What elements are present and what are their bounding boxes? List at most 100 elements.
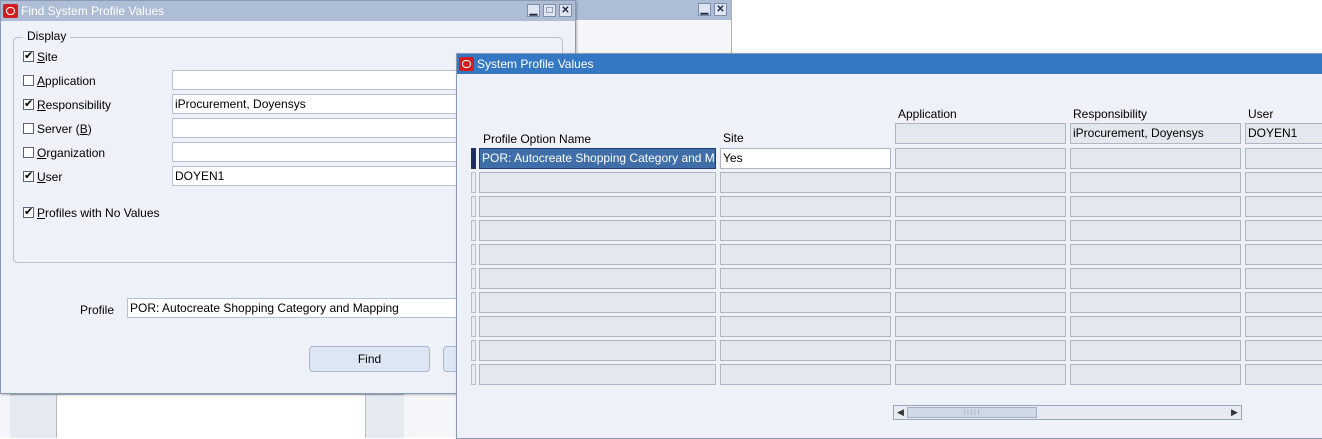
horizontal-scrollbar[interactable]: ◀ ⁝⁝⁝⁝⁝ ▶ [893, 405, 1242, 420]
cell-site[interactable] [720, 244, 891, 265]
cell-application[interactable] [895, 268, 1066, 289]
site-checkbox[interactable] [23, 49, 34, 62]
oracle-logo-icon [3, 4, 18, 18]
find-minimize-button[interactable]: ▁ [527, 4, 540, 17]
row-indicator[interactable] [471, 196, 476, 217]
cell-profile-option-name[interactable] [479, 172, 716, 193]
cell-profile-option-name[interactable] [479, 340, 716, 361]
header-profile-option-name: Profile Option Name [483, 132, 592, 146]
scrollbar-thumb[interactable]: ⁝⁝⁝⁝⁝ [907, 407, 1037, 418]
cell-site[interactable] [720, 196, 891, 217]
cell-site[interactable] [720, 340, 891, 361]
find-window-title: Find System Profile Values [21, 4, 165, 18]
cell-responsibility[interactable] [1070, 220, 1241, 241]
cell-profile-option-name[interactable] [479, 316, 716, 337]
cell-user[interactable] [1245, 268, 1322, 289]
values-window-title: System Profile Values [477, 57, 594, 71]
cell-responsibility[interactable] [1070, 196, 1241, 217]
cell-site[interactable] [720, 220, 891, 241]
cell-user[interactable] [1245, 172, 1322, 193]
background-form-panel [56, 395, 366, 438]
user-label: User [37, 170, 63, 184]
cell-responsibility[interactable] [1070, 316, 1241, 337]
cell-profile-option-name[interactable]: POR: Autocreate Shopping Category and Ma… [479, 148, 716, 169]
cell-application[interactable] [895, 220, 1066, 241]
responsibility-field[interactable]: iProcurement, Doyensys [172, 94, 462, 114]
row-indicator[interactable] [471, 244, 476, 265]
header-user: User [1248, 107, 1274, 121]
profile-label: Profile [80, 303, 115, 317]
cell-user[interactable] [1245, 196, 1322, 217]
cell-profile-option-name[interactable] [479, 220, 716, 241]
find-maximize-button[interactable]: □ [543, 4, 556, 17]
user-field[interactable]: DOYEN1 [172, 166, 462, 186]
cell-profile-option-name[interactable] [479, 292, 716, 313]
organization-field[interactable] [172, 142, 462, 162]
cell-user[interactable] [1245, 220, 1322, 241]
cell-user[interactable] [1245, 148, 1322, 169]
cell-site[interactable]: Yes [720, 148, 891, 169]
cell-application[interactable] [895, 340, 1066, 361]
cell-profile-option-name[interactable] [479, 364, 716, 385]
responsibility-label: Responsibility [37, 98, 112, 112]
responsibility-checkbox[interactable] [23, 97, 34, 110]
background-close-button[interactable]: ✕ [714, 3, 727, 16]
user-checkbox[interactable] [23, 169, 34, 182]
application-field[interactable] [172, 70, 462, 90]
background-minimize-button[interactable]: ▁ [698, 3, 711, 16]
profiles-no-values-checkbox[interactable] [23, 205, 34, 218]
organization-checkbox[interactable] [23, 147, 34, 158]
cell-profile-option-name[interactable] [479, 244, 716, 265]
server-checkbox[interactable] [23, 123, 34, 134]
cell-application[interactable] [895, 172, 1066, 193]
cell-site[interactable] [720, 316, 891, 337]
profile-field[interactable]: POR: Autocreate Shopping Category and Ma… [127, 298, 467, 318]
row-indicator[interactable] [471, 220, 476, 241]
application-checkbox[interactable] [23, 75, 34, 86]
row-indicator[interactable] [471, 268, 476, 289]
server-field[interactable] [172, 118, 462, 138]
header-responsibility: Responsibility [1073, 107, 1148, 121]
cell-application[interactable] [895, 244, 1066, 265]
cell-site[interactable] [720, 172, 891, 193]
header-application: Application [898, 107, 957, 121]
cell-application[interactable] [895, 196, 1066, 217]
cell-profile-option-name[interactable] [479, 268, 716, 289]
display-group-label: Display [23, 29, 71, 43]
cell-user[interactable] [1245, 316, 1322, 337]
cell-user[interactable] [1245, 364, 1322, 385]
header-site: Site [723, 131, 744, 145]
row-indicator[interactable] [471, 148, 476, 169]
row-indicator[interactable] [471, 340, 476, 361]
cell-application[interactable] [895, 364, 1066, 385]
site-label: Site [37, 50, 58, 64]
cell-responsibility[interactable] [1070, 268, 1241, 289]
cell-responsibility[interactable] [1070, 172, 1241, 193]
find-window-title-bar: Find System Profile Values ▁ □ ✕ [1, 1, 575, 21]
cell-responsibility[interactable] [1070, 244, 1241, 265]
cell-responsibility[interactable] [1070, 148, 1241, 169]
cell-application[interactable] [895, 292, 1066, 313]
cell-responsibility[interactable] [1070, 292, 1241, 313]
row-indicator[interactable] [471, 172, 476, 193]
cell-application[interactable] [895, 316, 1066, 337]
row-indicator[interactable] [471, 364, 476, 385]
cell-site[interactable] [720, 268, 891, 289]
row-indicator[interactable] [471, 316, 476, 337]
cell-site[interactable] [720, 364, 891, 385]
context-responsibility: iProcurement, Doyensys [1070, 123, 1241, 144]
find-close-button[interactable]: ✕ [559, 4, 572, 17]
cell-site[interactable] [720, 292, 891, 313]
cell-user[interactable] [1245, 292, 1322, 313]
cell-responsibility[interactable] [1070, 364, 1241, 385]
cell-user[interactable] [1245, 244, 1322, 265]
values-window-title-bar: System Profile Values [457, 54, 1322, 74]
cell-profile-option-name[interactable] [479, 196, 716, 217]
cell-application[interactable] [895, 148, 1066, 169]
scroll-right-icon[interactable]: ▶ [1228, 406, 1241, 419]
find-button[interactable]: Find [309, 346, 430, 372]
cell-user[interactable] [1245, 340, 1322, 361]
row-indicator[interactable] [471, 292, 476, 313]
scroll-left-icon[interactable]: ◀ [894, 406, 907, 419]
cell-responsibility[interactable] [1070, 340, 1241, 361]
